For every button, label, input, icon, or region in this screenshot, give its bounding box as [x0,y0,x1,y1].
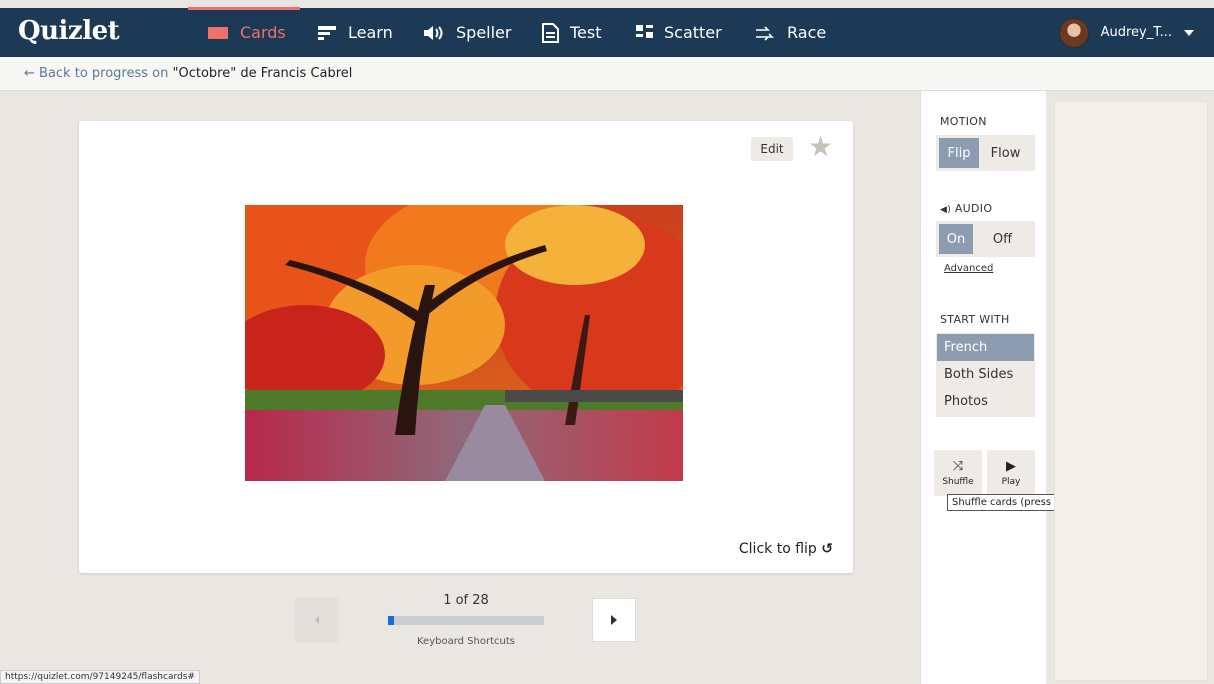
start-with-photos[interactable]: Photos [936,388,1035,415]
chevron-left-icon [315,616,319,624]
motion-heading: MOTION [940,115,987,128]
start-with-heading: START WITH [940,313,1010,326]
learn-icon [318,25,338,40]
start-with-options: French Both Sides Photos [936,333,1035,417]
avatar [1058,17,1089,48]
chevron-right-icon [611,615,617,625]
scatter-icon [636,24,654,41]
set-title-link[interactable]: "Octobre" de Francis Cabrel [172,66,352,81]
options-panel: MOTION Flip Flow ◀) AUDIO On Off Advance… [920,91,1046,684]
card-counter: 1 of 28 [443,593,489,608]
play-label: Play [1001,477,1021,487]
motion-toggle: Flip Flow [936,135,1035,171]
edit-button[interactable]: Edit [751,137,793,161]
flip-hint-label: Click to flip [738,541,817,557]
nav-race-label: Race [787,23,827,42]
keyboard-shortcuts-link[interactable]: Keyboard Shortcuts [388,636,544,647]
cards-icon [208,26,230,40]
flashcard[interactable]: Edit ★ Click to flip ↺ [79,121,853,573]
motion-flip[interactable]: Flip [939,138,979,168]
start-with-french[interactable]: French [937,334,1034,361]
progress-fill [388,616,394,625]
advanced-audio-link[interactable]: Advanced [944,263,993,274]
nav-test-label: Test [570,23,602,42]
nav-scatter-label: Scatter [664,23,722,42]
audio-on[interactable]: On [939,224,973,254]
breadcrumb: ← Back to progress on "Octobre" de Franc… [0,57,1214,91]
nav-cards-label: Cards [240,23,286,42]
status-url: https://quizlet.com/97149245/flashcards# [0,670,200,684]
play-button[interactable]: ▶ Play [987,450,1035,496]
nav-speller[interactable]: Speller [424,8,511,57]
nav-learn[interactable]: Learn [318,8,393,57]
audio-toggle: On Off [936,221,1035,257]
top-nav: Quizlet Cards Learn Speller Test Scatter [0,7,1214,57]
click-to-flip[interactable]: Click to flip ↺ [739,541,833,557]
start-with-both-sides[interactable]: Both Sides [936,361,1035,388]
shuffle-label: Shuffle [942,477,974,487]
shuffle-tooltip: Shuffle cards (press H) [947,494,1071,511]
audio-heading: ◀) AUDIO [940,202,992,215]
play-icon: ▶ [1006,459,1016,474]
audio-off[interactable]: Off [973,224,1032,254]
speaker-icon [424,25,446,41]
star-icon[interactable]: ★ [808,133,833,161]
test-document-icon [542,22,560,43]
nav-learn-label: Learn [348,23,393,42]
speaker-icon: ◀) [940,205,952,215]
nav-test[interactable]: Test [542,8,602,57]
previous-card-button[interactable] [295,598,339,642]
audio-heading-label: AUDIO [954,202,993,215]
nav-race[interactable]: Race [755,8,826,57]
shuffle-button[interactable]: ⤨ Shuffle [934,450,982,496]
ad-placeholder [1054,101,1208,681]
card-image [245,205,683,481]
motion-flow[interactable]: Flow [979,138,1032,168]
race-arrows-icon [755,25,777,41]
chevron-down-icon [1184,29,1194,36]
progress-bar [388,616,544,625]
next-card-button[interactable] [592,598,636,642]
back-link[interactable]: ← Back to progress on [24,66,172,81]
user-menu[interactable]: Audrey_T... [1058,8,1194,57]
nav-scatter[interactable]: Scatter [636,8,722,57]
flip-icon: ↺ [821,541,833,557]
user-name: Audrey_T... [1100,25,1172,40]
quizlet-logo[interactable]: Quizlet [18,16,120,46]
nav-speller-label: Speller [456,23,512,42]
nav-cards[interactable]: Cards [188,7,300,57]
shuffle-icon: ⤨ [952,459,964,474]
